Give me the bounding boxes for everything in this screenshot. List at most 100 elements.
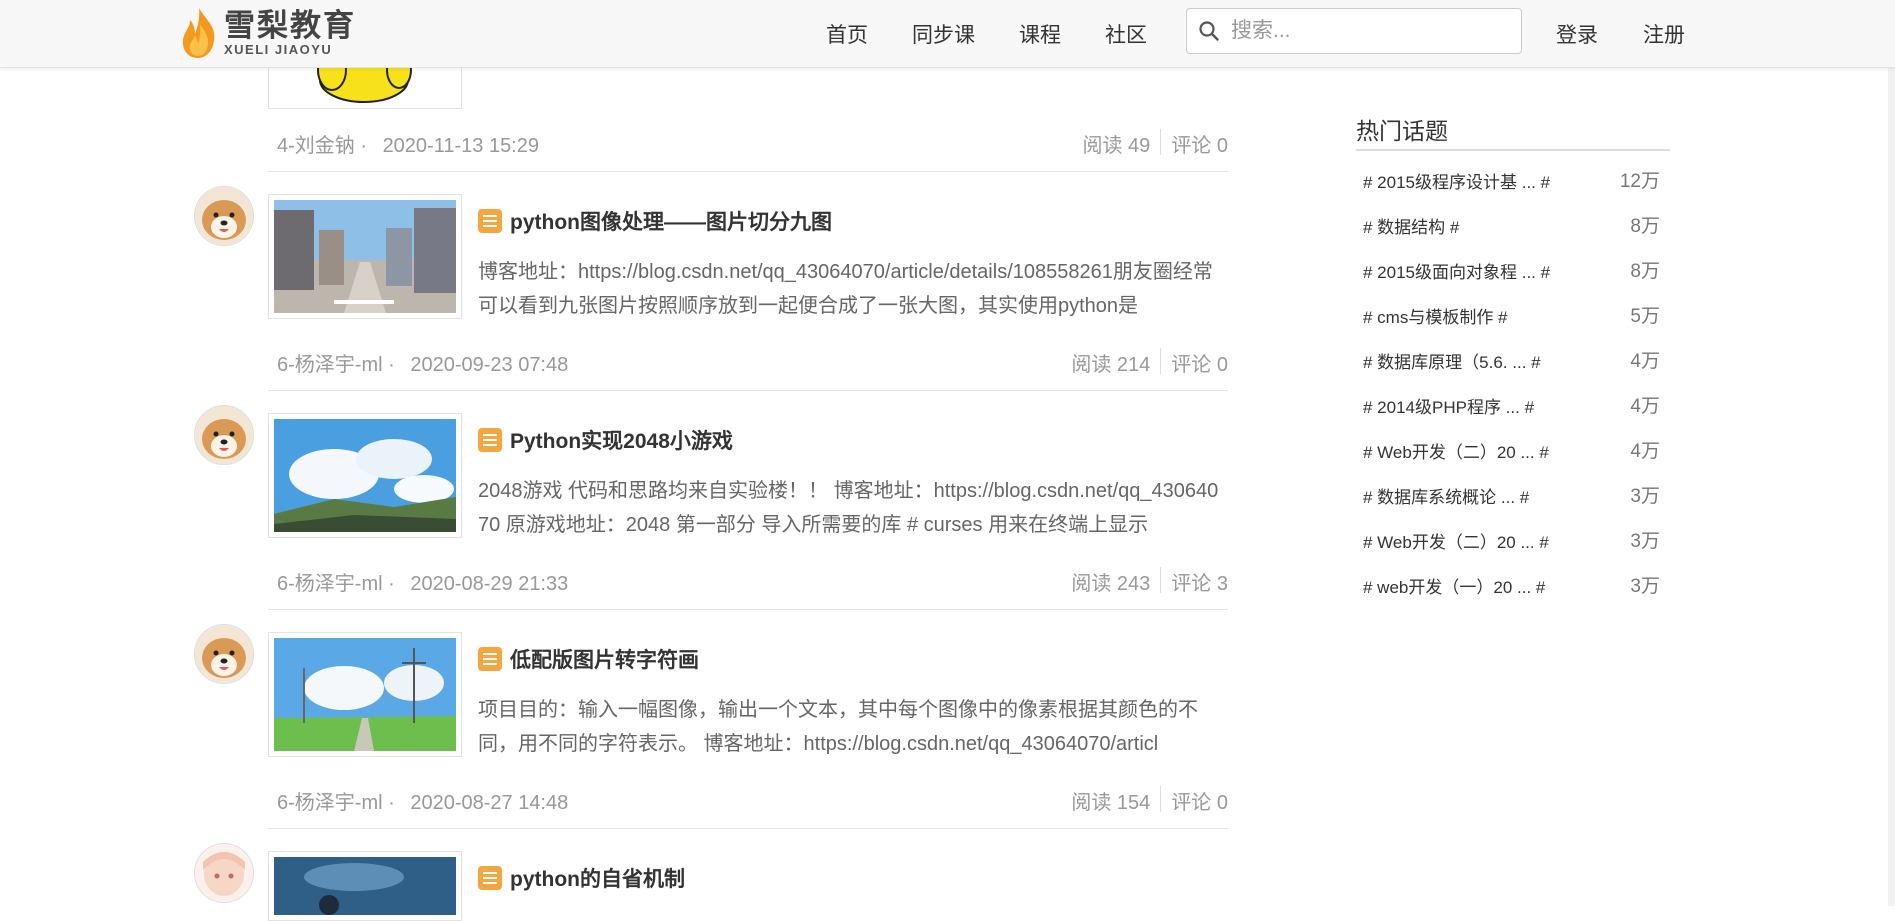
article-icon <box>478 866 502 890</box>
article-icon <box>478 428 502 452</box>
flame-logo-icon <box>182 8 215 58</box>
hot-topic-item[interactable]: # 2014级PHP程序 ... # 4万 <box>1363 393 1670 418</box>
post-author[interactable]: 6-杨泽宇-ml · <box>277 573 395 595</box>
register-link[interactable]: 注册 <box>1643 19 1685 49</box>
topic-count: 4万 <box>1630 396 1660 417</box>
post-date: 2020-08-29 21:33 <box>410 573 569 595</box>
hot-topic-item[interactable]: # 数据结构 # 8万 <box>1363 213 1670 238</box>
post-comments[interactable]: 评论 0 <box>1171 129 1228 158</box>
post-reads: 阅读 214 <box>1071 354 1151 376</box>
logo-en-text: XUELI JIAOYU <box>224 42 333 57</box>
post-date: 2020-09-23 07:48 <box>410 354 569 376</box>
top-header: 雪梨教育 XUELI JIAOYU 首页 同步课 课程 社区 登录 注册 <box>0 0 1895 68</box>
post-divider <box>268 171 1228 172</box>
post-meta: 6-杨泽宇-ml · 2020-08-27 14:48 阅读 154 评论 0 <box>277 786 1228 815</box>
nav-sync-course[interactable]: 同步课 <box>912 19 975 49</box>
post-author[interactable]: 6-杨泽宇-ml · <box>277 354 395 376</box>
hot-topic-item[interactable]: # Web开发（二）20 ... # 3万 <box>1363 528 1670 553</box>
post-date: 2020-08-27 14:48 <box>410 792 569 814</box>
post-comments[interactable]: 评论 3 <box>1171 567 1228 596</box>
topic-count: 8万 <box>1630 261 1660 282</box>
meta-separator <box>1160 348 1162 374</box>
hot-topics-divider <box>1356 149 1670 151</box>
post-meta: 6-杨泽宇-ml · 2020-08-29 21:33 阅读 243 评论 3 <box>277 567 1228 596</box>
topic-count: 3万 <box>1630 576 1660 597</box>
logo-cn-text: 雪梨教育 <box>224 8 356 43</box>
post-reads: 阅读 49 <box>1082 135 1151 157</box>
dark-sky-image <box>274 857 456 915</box>
nav-community[interactable]: 社区 <box>1105 19 1147 49</box>
shiba-avatar-image <box>195 406 253 464</box>
hot-topic-item[interactable]: # cms与模板制作 # 5万 <box>1363 303 1670 328</box>
post-meta: 4-刘金钠 · 2020-11-13 15:29 阅读 49 评论 0 <box>277 129 1228 158</box>
hot-topic-item[interactable]: # 数据库原理（5.6. ... # 4万 <box>1363 348 1670 373</box>
street-anime-image <box>274 200 456 313</box>
nav-courses[interactable]: 课程 <box>1019 19 1061 49</box>
post-thumbnail[interactable] <box>268 632 462 757</box>
hot-topic-item[interactable]: # 2015级程序设计基 ... # 12万 <box>1363 168 1670 193</box>
post-divider <box>268 828 1228 829</box>
topic-name[interactable]: # 2015级面向对象程 ... # <box>1363 263 1550 282</box>
post-excerpt: 2048游戏 代码和思路均来自实验楼！！ 博客地址：https://blog.c… <box>478 480 1219 536</box>
topic-name[interactable]: # cms与模板制作 # <box>1363 308 1508 327</box>
topic-count: 4万 <box>1630 351 1660 372</box>
topic-name[interactable]: # Web开发（二）20 ... # <box>1363 443 1549 462</box>
topic-name[interactable]: # web开发（一）20 ... # <box>1363 578 1545 597</box>
search-input[interactable] <box>1229 18 1493 44</box>
hot-topic-item[interactable]: # web开发（一）20 ... # 3万 <box>1363 573 1670 598</box>
topic-name[interactable]: # 数据库系统概论 ... # <box>1363 488 1529 507</box>
topic-name[interactable]: # Web开发（二）20 ... # <box>1363 533 1549 552</box>
meta-separator <box>1160 786 1162 812</box>
avatar[interactable] <box>194 186 254 246</box>
topic-count: 8万 <box>1630 216 1660 237</box>
page-scrollbar[interactable] <box>1888 0 1895 906</box>
login-link[interactable]: 登录 <box>1556 19 1598 49</box>
sky-clouds-image <box>274 419 456 532</box>
post-title[interactable]: python图像处理——图片切分九图 <box>478 206 832 236</box>
post-comments[interactable]: 评论 0 <box>1171 348 1228 377</box>
article-icon <box>478 647 502 671</box>
post-thumbnail[interactable] <box>268 413 462 538</box>
meta-separator <box>1160 129 1162 155</box>
avatar[interactable] <box>194 624 254 684</box>
post-meta: 6-杨泽宇-ml · 2020-09-23 07:48 阅读 214 评论 0 <box>277 348 1228 377</box>
search-box[interactable] <box>1186 8 1522 54</box>
post-title[interactable]: Python实现2048小游戏 <box>478 425 733 455</box>
post-excerpt: 项目目的：输入一幅图像，输出一个文本，其中每个图像中的像素根据其颜色的不同，用不… <box>478 699 1198 755</box>
hot-topic-item[interactable]: # 数据库系统概论 ... # 3万 <box>1363 483 1670 508</box>
post-reads: 阅读 243 <box>1071 573 1151 595</box>
topic-count: 3万 <box>1630 486 1660 507</box>
post-title[interactable]: python的自省机制 <box>478 863 685 893</box>
post-author[interactable]: 6-杨泽宇-ml · <box>277 792 395 814</box>
post-excerpt: 博客地址：https://blog.csdn.net/qq_43064070/a… <box>478 261 1213 317</box>
topic-name[interactable]: # 2014级PHP程序 ... # <box>1363 398 1534 417</box>
topic-name[interactable]: # 数据结构 # <box>1363 218 1459 237</box>
post-author[interactable]: 4-刘金钠 · <box>277 135 367 157</box>
meta-separator <box>1160 567 1162 593</box>
power-lines-image <box>274 638 456 751</box>
site-logo[interactable]: 雪梨教育 XUELI JIAOYU <box>178 6 356 60</box>
topic-name[interactable]: # 数据库原理（5.6. ... # <box>1363 353 1541 372</box>
main-nav: 首页 同步课 课程 社区 <box>826 0 1191 67</box>
post-divider <box>268 390 1228 391</box>
post-comments[interactable]: 评论 0 <box>1171 786 1228 815</box>
anime-girl-avatar-image <box>195 844 253 902</box>
hot-topic-item[interactable]: # 2015级面向对象程 ... # 8万 <box>1363 258 1670 283</box>
search-icon <box>1199 21 1219 41</box>
topic-count: 12万 <box>1619 171 1660 192</box>
avatar[interactable] <box>194 405 254 465</box>
post-divider <box>268 609 1228 610</box>
avatar[interactable] <box>194 843 254 903</box>
nav-home[interactable]: 首页 <box>826 19 868 49</box>
shiba-avatar-image <box>195 625 253 683</box>
post-thumbnail[interactable] <box>268 194 462 319</box>
post-reads: 阅读 154 <box>1071 792 1151 814</box>
article-icon <box>478 209 502 233</box>
shiba-avatar-image <box>195 187 253 245</box>
post-thumbnail[interactable] <box>268 851 462 921</box>
post-title[interactable]: 低配版图片转字符画 <box>478 644 699 674</box>
topic-count: 5万 <box>1630 306 1660 327</box>
topic-name[interactable]: # 2015级程序设计基 ... # <box>1363 173 1550 192</box>
hot-topic-item[interactable]: # Web开发（二）20 ... # 4万 <box>1363 438 1670 463</box>
topic-count: 3万 <box>1630 531 1660 552</box>
